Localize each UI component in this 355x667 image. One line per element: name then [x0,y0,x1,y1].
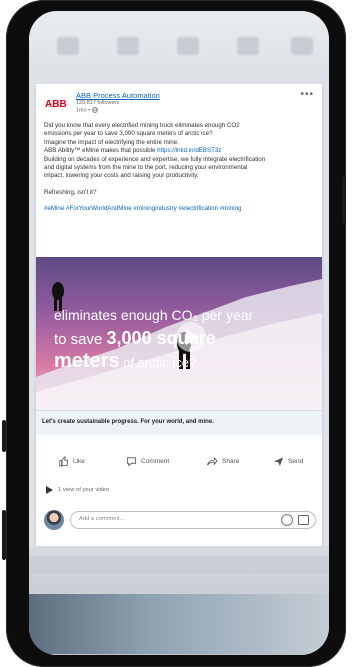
globe-icon [91,107,98,113]
share-label: Share [222,458,240,465]
comment-composer: Add a comment... [44,509,316,531]
send-button[interactable]: Send [273,456,303,467]
like-label: Like [73,458,85,465]
comment-icon [126,457,137,467]
linkedin-post-card: ABB ABB Process Automation 120,817 follo… [36,84,322,546]
post-text-line: impact, lowering your costs and raising … [44,172,199,180]
post-text-line: Did you know that every electrified mini… [44,122,240,129]
comment-button[interactable]: Comment [126,456,169,467]
power-button [342,176,346,224]
share-button[interactable]: Share [206,456,239,467]
video-caption-text: Let's create sustainable progress. For y… [42,419,214,425]
social-action-bar: Like Comment Share Send [36,456,322,476]
send-label: Send [288,458,304,465]
blurred-next-post [29,546,329,655]
video-caption-bar[interactable]: Let's create sustainable progress. For y… [36,410,322,435]
share-arrow-icon [207,456,218,466]
post-header: ABB ABB Process Automation 120,817 follo… [44,89,314,117]
user-avatar[interactable] [44,510,64,530]
send-icon [273,457,284,467]
blurred-nav-icon [117,37,139,55]
play-button-icon[interactable] [176,322,206,352]
video-views[interactable]: 1 view of your video [46,486,109,494]
post-time-text: 1mo • [76,107,92,114]
post-text-segment: ABB Ability™ eMine makes that possible [44,147,158,155]
blurred-band [29,556,329,574]
play-small-icon [46,486,53,494]
video-frame-art: eliminates enough CO₂ per year to save 3… [36,279,322,410]
hashtags[interactable]: #eMine #ForYourWorldAndMine #miningindus… [44,205,314,213]
volume-up-button [2,420,6,452]
post-text-line: Building on decades of experience and ex… [44,155,266,163]
post-time: 1mo • [76,107,98,113]
blurred-band [29,576,329,594]
video-player[interactable]: eliminates enough CO₂ per year to save 3… [36,257,322,410]
emoji-icon[interactable] [281,514,293,526]
comment-input[interactable]: Add a comment... [70,511,316,529]
video-overlay-line3-suffix: of arctic ice? [120,355,197,370]
image-icon[interactable] [298,515,309,525]
post-text-line: Imagine the impact of electrifying the e… [44,138,179,146]
more-options-button[interactable]: ••• [300,89,314,100]
company-name-link[interactable]: ABB Process Automation [76,91,160,100]
thumbs-up-icon [59,456,69,467]
logo-text: ABB [45,99,67,110]
blurred-nav-icon [291,37,313,55]
post-text-line: Refreshing, isn't it? [44,188,97,196]
blurred-image [29,594,329,654]
post-text-line: and digital systems from the mine to the… [44,164,248,172]
comment-placeholder: Add a comment... [79,516,125,522]
volume-down-button [2,510,6,560]
blurred-header [29,11,329,81]
post-text-line: emissions per year to save 3,000 square … [44,130,213,138]
video-views-text: 1 view of your video [58,487,110,493]
abb-logo[interactable]: ABB [44,95,72,111]
blurred-nav-icon [237,37,259,55]
phone-screen: ABB ABB Process Automation 120,817 follo… [29,11,329,655]
like-button[interactable]: Like [58,456,85,467]
video-overlay-line1: eliminates enough CO₂ per year [54,307,254,323]
post-body: Did you know that every electrified mini… [44,122,314,214]
post-text-line: ABB Ability™ eMine makes that possible h… [44,147,314,155]
video-overlay-line3-emphasis: meters [54,350,120,372]
post-link[interactable]: https://lnkd.in/dEBST3z [157,147,221,154]
comment-label: Comment [141,458,170,465]
blurred-nav-icon [57,37,79,55]
video-overlay-line2-prefix: to save [54,331,107,348]
blurred-nav-icon [177,37,199,55]
follower-count: 120,817 followers [76,100,120,106]
